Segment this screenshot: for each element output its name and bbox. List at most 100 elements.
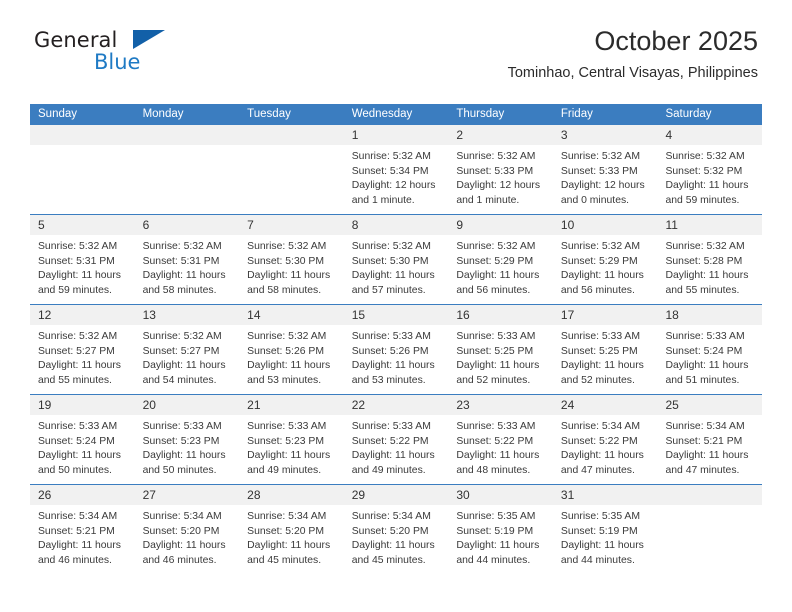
day-cell[interactable]: 28 Sunrise: 5:34 AM Sunset: 5:20 PM Dayligh… [239,485,344,574]
sunset-text: Sunset: 5:30 PM [247,255,324,267]
day-details: Sunrise: 5:33 AM Sunset: 5:25 PM Daylight:… [553,326,658,388]
day-cell[interactable]: 16 Sunrise: 5:33 AM Sunset: 5:25 PM Dayligh… [448,305,553,394]
day-cell[interactable]: 5 Sunrise: 5:32 AM Sunset: 5:31 PM Daylight… [30,215,135,304]
day-cell[interactable]: 27 Sunrise: 5:34 AM Sunset: 5:20 PM Dayligh… [134,485,240,574]
daylight-text-line2: and 47 minutes. [560,464,635,476]
day-cell[interactable]: 31 Sunrise: 5:35 AM Sunset: 5:19 PM Dayligh… [552,485,658,574]
daylight-text-line1: Daylight: 11 hours [456,540,540,552]
day-number: 13 [142,308,156,322]
day-details: Sunrise: 5:32 AM Sunset: 5:28 PM Daylight:… [657,236,762,298]
day-cell[interactable]: 20 Sunrise: 5:33 AM Sunset: 5:23 PM Dayligh… [134,395,240,484]
daylight-text-line1: Daylight: 11 hours [456,450,540,462]
week-row: 26 Sunrise: 5:34 AM Sunset: 5:21 PM Dayligh… [30,484,763,574]
sunrise-text: Sunrise: 5:32 AM [351,151,431,162]
day-cell[interactable]: 11 Sunrise: 5:32 AM Sunset: 5:28 PM Dayligh… [657,215,763,304]
day-cell[interactable]: 6 Sunrise: 5:32 AM Sunset: 5:31 PM Daylight… [134,215,240,304]
day-details [239,146,344,150]
day-cell[interactable]: 24 Sunrise: 5:34 AM Sunset: 5:22 PM Dayligh… [552,395,658,484]
day-cell[interactable]: 13 Sunrise: 5:32 AM Sunset: 5:27 PM Dayligh… [134,305,240,394]
day-cell[interactable]: 4 Sunrise: 5:32 AM Sunset: 5:32 PM Daylight… [657,125,763,214]
day-cell[interactable]: 30 Sunrise: 5:35 AM Sunset: 5:19 PM Dayligh… [448,485,553,574]
day-number-band: 26 [30,485,135,506]
day-cell[interactable]: 25 Sunrise: 5:34 AM Sunset: 5:21 PM Dayligh… [657,395,763,484]
day-cell[interactable]: 19 Sunrise: 5:33 AM Sunset: 5:24 PM Dayligh… [30,395,135,484]
day-details: Sunrise: 5:32 AM Sunset: 5:29 PM Daylight:… [553,236,658,298]
day-details: Sunrise: 5:33 AM Sunset: 5:26 PM Daylight:… [344,326,449,388]
day-number-band: 6 [134,215,240,236]
daylight-text-line1: Daylight: 11 hours [456,360,540,372]
day-cell[interactable]: 21 Sunrise: 5:33 AM Sunset: 5:23 PM Dayligh… [239,395,344,484]
daylight-text-line2: and 59 minutes. [665,194,740,206]
day-cell[interactable]: 1 Sunrise: 5:32 AM Sunset: 5:34 PM Daylight… [343,125,449,214]
day-details: Sunrise: 5:32 AM Sunset: 5:27 PM Daylight:… [30,326,135,388]
logo-text-blue: Blue [94,50,141,74]
day-details: Sunrise: 5:32 AM Sunset: 5:26 PM Daylight:… [239,326,344,388]
day-number-band: 30 [448,485,553,506]
day-details: Sunrise: 5:32 AM Sunset: 5:33 PM Daylight:… [553,146,658,208]
sunset-text: Sunset: 5:19 PM [560,525,638,537]
daylight-text-line2: and 59 minutes. [38,284,112,296]
day-number: 17 [560,308,575,322]
day-number-band: 8 [343,215,449,236]
day-cell[interactable]: 26 Sunrise: 5:34 AM Sunset: 5:21 PM Dayligh… [30,485,135,574]
day-cell[interactable] [134,125,240,214]
weekday-saturday: Saturday [665,108,712,120]
daylight-text-line1: Daylight: 11 hours [351,360,435,372]
day-cell[interactable]: 7 Sunrise: 5:32 AM Sunset: 5:30 PM Daylight… [239,215,344,304]
daylight-text-line2: and 54 minutes. [142,374,217,386]
daylight-text-line2: and 55 minutes. [665,284,740,296]
daylight-text-line2: and 53 minutes. [247,374,322,386]
daylight-text-line2: and 45 minutes. [247,554,322,566]
day-cell[interactable]: 17 Sunrise: 5:33 AM Sunset: 5:25 PM Dayligh… [552,305,658,394]
day-number: 23 [456,398,470,412]
day-number-band: 19 [30,395,135,416]
day-details: Sunrise: 5:32 AM Sunset: 5:29 PM Daylight:… [448,236,553,298]
day-cell[interactable]: 9 Sunrise: 5:32 AM Sunset: 5:29 PM Daylight… [448,215,553,304]
day-cell[interactable]: 8 Sunrise: 5:32 AM Sunset: 5:30 PM Daylight… [343,215,449,304]
day-cell[interactable] [657,485,763,574]
day-number-band [239,125,344,146]
daylight-text-line2: and 52 minutes. [456,374,531,386]
sunrise-text: Sunrise: 5:32 AM [142,331,222,342]
daylight-text-line1: Daylight: 11 hours [142,450,226,462]
daylight-text-line1: Daylight: 11 hours [665,360,749,372]
sunset-text: Sunset: 5:21 PM [665,435,743,447]
sunrise-text: Sunrise: 5:33 AM [456,421,536,432]
day-details: Sunrise: 5:33 AM Sunset: 5:22 PM Daylight:… [344,416,449,478]
week-row: 19 Sunrise: 5:33 AM Sunset: 5:24 PM Dayligh… [30,394,763,484]
day-cell[interactable] [30,125,135,214]
sunset-text: Sunset: 5:24 PM [38,435,115,447]
day-details: Sunrise: 5:32 AM Sunset: 5:31 PM Daylight:… [30,236,135,298]
day-cell[interactable]: 23 Sunrise: 5:33 AM Sunset: 5:22 PM Dayligh… [448,395,553,484]
day-number: 12 [38,308,52,322]
day-cell[interactable]: 29 Sunrise: 5:34 AM Sunset: 5:20 PM Dayligh… [343,485,449,574]
sunrise-text: Sunrise: 5:32 AM [247,241,327,252]
general-blue-logo[interactable]: General Blue [34,28,254,90]
week-row: 12 Sunrise: 5:32 AM Sunset: 5:27 PM Dayligh… [30,304,763,394]
day-number: 27 [142,488,156,502]
day-number-band: 28 [239,485,344,506]
sunset-text: Sunset: 5:23 PM [247,435,324,447]
weekday-sunday: Sunday [38,108,78,120]
day-cell[interactable]: 22 Sunrise: 5:33 AM Sunset: 5:22 PM Dayligh… [343,395,449,484]
triangle-icon [133,30,165,49]
sunset-text: Sunset: 5:29 PM [560,255,638,267]
day-cell[interactable]: 18 Sunrise: 5:33 AM Sunset: 5:24 PM Dayligh… [657,305,763,394]
day-cell[interactable]: 12 Sunrise: 5:32 AM Sunset: 5:27 PM Dayligh… [30,305,135,394]
day-cell[interactable]: 2 Sunrise: 5:32 AM Sunset: 5:33 PM Daylight… [448,125,553,214]
day-cell[interactable]: 3 Sunrise: 5:32 AM Sunset: 5:33 PM Daylight… [552,125,658,214]
day-cell[interactable]: 10 Sunrise: 5:32 AM Sunset: 5:29 PM Dayligh… [552,215,658,304]
day-cell[interactable] [239,125,344,214]
day-cell[interactable]: 14 Sunrise: 5:32 AM Sunset: 5:26 PM Dayligh… [239,305,344,394]
sunrise-text: Sunrise: 5:32 AM [456,151,536,162]
day-number: 21 [247,398,261,412]
sunset-text: Sunset: 5:33 PM [560,165,638,177]
daylight-text-line1: Daylight: 12 hours [351,180,436,192]
daylight-text-line2: and 46 minutes. [38,554,112,566]
day-details [657,506,762,510]
day-number: 5 [38,218,45,232]
day-cell[interactable]: 15 Sunrise: 5:33 AM Sunset: 5:26 PM Dayligh… [343,305,449,394]
sunrise-text: Sunrise: 5:34 AM [351,511,431,522]
daylight-text-line1: Daylight: 11 hours [560,450,644,462]
daylight-text-line1: Daylight: 11 hours [142,360,226,372]
